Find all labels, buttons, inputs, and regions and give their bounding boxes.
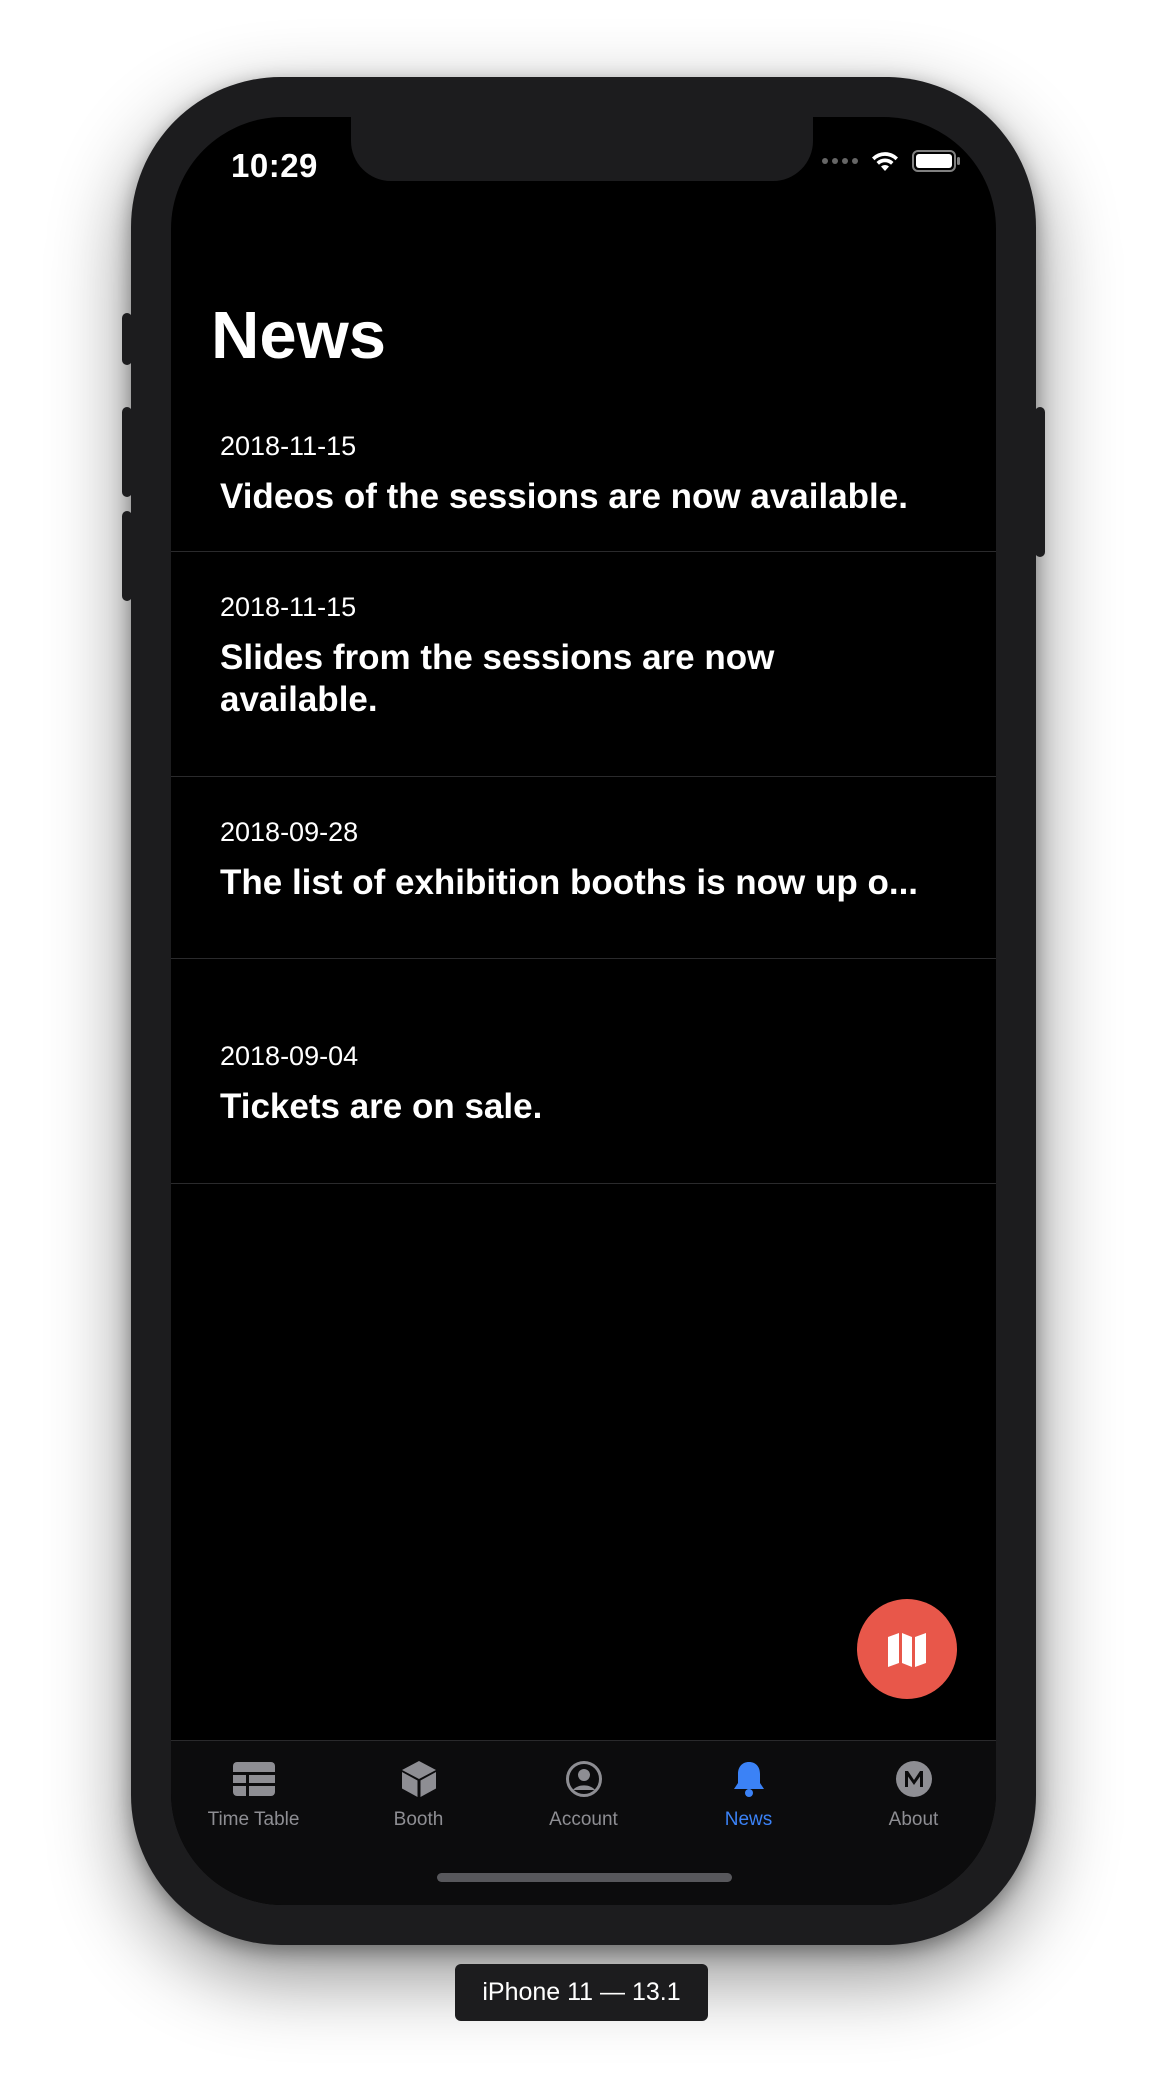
notch (351, 117, 813, 181)
news-item[interactable]: 2018-11-15 Videos of the sessions are no… (171, 417, 996, 552)
news-date: 2018-09-04 (220, 1041, 359, 1071)
tab-label: Time Table (207, 1809, 300, 1830)
map-button[interactable] (857, 1599, 957, 1699)
tab-label: News (724, 1809, 773, 1830)
power-button (1035, 407, 1045, 557)
news-date: 2018-11-15 (220, 592, 357, 622)
mute-switch (122, 313, 132, 365)
simulator-label: iPhone 11 — 13.1 (455, 1964, 708, 2021)
cellular-signal-icon (822, 158, 858, 164)
tab-label: Account (549, 1809, 618, 1830)
news-title: The list of exhibition booths is now up … (220, 863, 919, 902)
map-icon (888, 1633, 926, 1667)
news-item[interactable]: 2018-09-28 The list of exhibition booths… (171, 777, 996, 959)
volume-down-button (122, 511, 132, 601)
status-icons (822, 149, 962, 173)
cube-icon (401, 1761, 436, 1797)
device-frame: 10:29 News 2018-11-15 Videos of the sess… (122, 77, 1045, 1945)
news-date: 2018-09-28 (220, 817, 359, 847)
news-title: Slides from the sessions are now availab… (220, 638, 775, 719)
table-icon (232, 1762, 275, 1796)
wifi-icon (872, 152, 898, 171)
news-item[interactable]: 2018-09-04 Tickets are on sale. (171, 959, 996, 1184)
news-title: Videos of the sessions are now available… (220, 477, 908, 516)
tab-label: Booth (393, 1809, 444, 1830)
tab-about[interactable]: About (831, 1741, 996, 1905)
page-title: News (211, 298, 387, 373)
status-time: 10:29 (231, 147, 318, 184)
m-logo-icon (895, 1761, 932, 1797)
news-title: Tickets are on sale. (220, 1087, 543, 1126)
tab-time-table[interactable]: Time Table (171, 1741, 336, 1905)
battery-icon (912, 150, 960, 172)
news-item[interactable]: 2018-11-15 Slides from the sessions are … (171, 552, 996, 777)
home-indicator (437, 1873, 732, 1882)
news-list: 2018-11-15 Videos of the sessions are no… (171, 417, 996, 1184)
user-circle-icon (565, 1761, 602, 1797)
tab-label: About (888, 1809, 939, 1830)
screen: 10:29 News 2018-11-15 Videos of the sess… (171, 117, 996, 1905)
news-date: 2018-11-15 (220, 431, 357, 461)
bell-icon (733, 1762, 764, 1797)
volume-up-button (122, 407, 132, 497)
